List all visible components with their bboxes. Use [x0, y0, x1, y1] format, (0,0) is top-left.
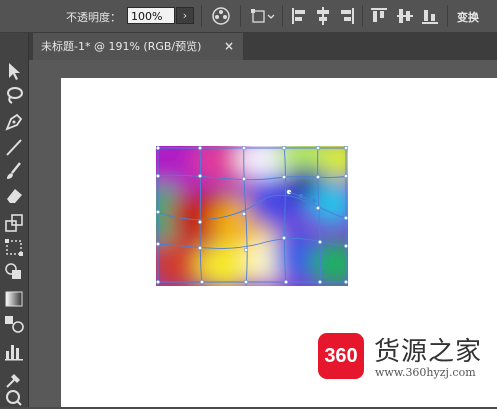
scale-icon[interactable] [3, 213, 25, 233]
shape-builder-icon[interactable] [3, 261, 25, 281]
align-left-icon[interactable] [290, 6, 308, 26]
gradient-icon[interactable] [3, 289, 25, 309]
column-graph-icon[interactable] [3, 341, 25, 361]
opacity-dropdown-button[interactable]: › [176, 7, 194, 24]
selection-arrow-icon[interactable] [3, 61, 25, 81]
gradient-mesh-object[interactable] [156, 146, 348, 286]
eraser-icon[interactable] [3, 185, 25, 205]
eyedropper-icon[interactable] [3, 369, 25, 389]
transform-button[interactable]: 变换 [457, 9, 479, 25]
lasso-icon[interactable] [3, 85, 25, 105]
document-tab[interactable]: 未标题-1* @ 191% (RGB/预览) × [33, 33, 243, 60]
align-vertical-center-icon[interactable] [396, 6, 414, 26]
watermark-url: www.360hyzj.com [375, 366, 476, 379]
zoom-icon[interactable] [3, 389, 25, 409]
transform-box-icon[interactable] [250, 6, 276, 26]
align-right-icon[interactable] [338, 6, 356, 26]
line-segment-icon[interactable] [3, 137, 25, 157]
blend-icon[interactable] [3, 313, 25, 333]
paintbrush-icon[interactable] [3, 161, 25, 181]
free-transform-icon[interactable] [3, 237, 25, 257]
align-top-icon[interactable] [370, 6, 388, 26]
watermark: 360 货源之家 www.360hyzj.com [317, 330, 497, 392]
close-icon[interactable]: × [224, 33, 234, 60]
align-bottom-icon[interactable] [421, 6, 439, 26]
control-bar: 不透明度： 100% › 变换 [0, 0, 497, 33]
pen-icon[interactable] [3, 111, 25, 131]
align-horizontal-center-icon[interactable] [314, 6, 332, 26]
gradient-mesh[interactable] [156, 146, 348, 286]
recolor-artwork-icon[interactable] [211, 6, 231, 26]
opacity-label: 不透明度： [66, 11, 121, 24]
document-tab-bar: 未标题-1* @ 191% (RGB/预览) × [29, 33, 497, 60]
opacity-input[interactable]: 100% [127, 7, 175, 24]
tools-panel [0, 33, 29, 407]
document-tab-title: 未标题-1* @ 191% (RGB/预览) [41, 40, 202, 53]
watermark-badge: 360 [318, 333, 364, 379]
watermark-title: 货源之家 [374, 337, 483, 367]
